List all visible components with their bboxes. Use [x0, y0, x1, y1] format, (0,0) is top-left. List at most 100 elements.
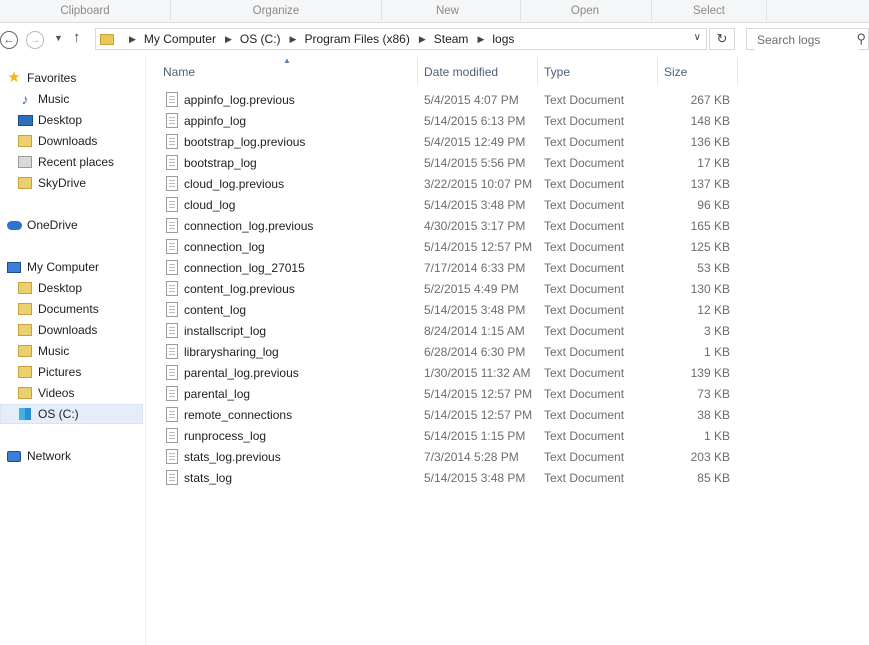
file-type: Text Document	[544, 282, 625, 296]
chevron-down-icon[interactable]: ∨	[694, 32, 701, 43]
sidebar-item-music[interactable]: ♪ Music	[17, 89, 70, 109]
breadcrumb-separator[interactable]: ▶	[120, 34, 144, 45]
file-row[interactable]: appinfo_log 5/14/2015 6:13 PM Text Documen…	[164, 111, 734, 132]
file-row[interactable]: stats_log 5/14/2015 3:48 PM Text Document 8…	[164, 468, 734, 489]
sidebar-item-skydrive[interactable]: SkyDrive	[17, 173, 86, 193]
file-row[interactable]: stats_log.previous 7/3/2014 5:28 PM Text D…	[164, 447, 734, 468]
file-row[interactable]: parental_log 5/14/2015 12:57 PM Text Docum…	[164, 384, 734, 405]
file-date-modified: 5/14/2015 3:48 PM	[424, 198, 526, 212]
file-row[interactable]: content_log.previous 5/2/2015 4:49 PM Text…	[164, 279, 734, 300]
search-icon[interactable]: ⚲	[856, 31, 866, 47]
ribbon-group-labels: Clipboard Organize New Open Select	[0, 0, 869, 23]
file-name: appinfo_log.previous	[184, 93, 295, 107]
breadcrumb-item-os-c[interactable]: OS (C:) ▶	[240, 32, 305, 46]
chevron-right-icon[interactable]: ▶	[477, 34, 484, 45]
back-button[interactable]: ←	[0, 31, 18, 49]
chevron-right-icon[interactable]: ▶	[225, 34, 232, 45]
breadcrumb-item-logs[interactable]: logs	[492, 32, 514, 46]
file-row[interactable]: content_log 5/14/2015 3:48 PM Text Documen…	[164, 300, 734, 321]
column-header-type[interactable]: Type	[538, 57, 658, 85]
sidebar-item-label: Recent places	[38, 155, 115, 169]
sidebar-item-label: Network	[27, 449, 72, 463]
chevron-right-icon[interactable]: ▶	[419, 34, 426, 45]
navigation-pane: ★ Favorites ♪ Music Desktop Downloads Re…	[0, 57, 146, 645]
chevron-right-icon[interactable]: ▶	[290, 34, 297, 45]
file-row[interactable]: cloud_log.previous 3/22/2015 10:07 PM Text…	[164, 174, 734, 195]
file-row[interactable]: appinfo_log.previous 5/4/2015 4:07 PM Text…	[164, 90, 734, 111]
sidebar-item-label: Music	[38, 344, 70, 358]
column-header-date-modified[interactable]: Date modified	[418, 57, 538, 85]
file-name: connection_log_27015	[184, 261, 305, 275]
folder-icon	[18, 387, 32, 399]
sidebar-item-label: Desktop	[38, 113, 83, 127]
sidebar-item-computer-downloads[interactable]: Downloads	[17, 320, 97, 340]
file-row[interactable]: runprocess_log 5/14/2015 1:15 PM Text Docu…	[164, 426, 734, 447]
file-date-modified: 5/14/2015 12:57 PM	[424, 387, 533, 401]
file-date-modified: 4/30/2015 3:17 PM	[424, 219, 526, 233]
file-size: 137 KB	[690, 177, 730, 191]
sidebar-item-recent-places[interactable]: Recent places	[17, 152, 114, 172]
sidebar-item-os-c[interactable]: OS (C:)	[0, 404, 143, 424]
up-button[interactable]: ↑	[73, 29, 81, 46]
file-row[interactable]: connection_log.previous 4/30/2015 3:17 PM…	[164, 216, 734, 237]
sidebar-item-computer-music[interactable]: Music	[17, 341, 69, 361]
sidebar-item-desktop[interactable]: Desktop	[17, 110, 82, 130]
file-size: 267 KB	[690, 93, 730, 107]
sidebar-item-pictures[interactable]: Pictures	[17, 362, 81, 382]
file-row[interactable]: parental_log.previous 1/30/2015 11:32 AM T…	[164, 363, 734, 384]
text-document-icon	[166, 302, 178, 317]
file-row[interactable]: installscript_log 8/24/2014 1:15 AM Text D…	[164, 321, 734, 342]
file-type: Text Document	[544, 198, 625, 212]
file-date-modified: 5/2/2015 4:49 PM	[424, 282, 519, 296]
file-row[interactable]: bootstrap_log.previous 5/4/2015 12:49 PM T…	[164, 132, 734, 153]
sidebar-item-network[interactable]: Network	[6, 446, 71, 466]
folder-icon	[18, 282, 32, 294]
file-row[interactable]: connection_log 5/14/2015 12:57 PM Text Doc…	[164, 237, 734, 258]
file-type: Text Document	[544, 219, 625, 233]
file-name: connection_log	[184, 240, 265, 254]
column-header-size[interactable]: Size	[658, 57, 738, 85]
column-header-name[interactable]: Name	[157, 57, 418, 85]
refresh-button[interactable]: ↻	[709, 28, 735, 50]
file-name: content_log.previous	[184, 282, 295, 296]
file-row[interactable]: bootstrap_log 5/14/2015 5:56 PM Text Docum…	[164, 153, 734, 174]
sidebar-item-favorites[interactable]: ★ Favorites	[6, 68, 76, 88]
text-document-icon	[166, 260, 178, 275]
cloud-icon	[6, 220, 22, 230]
forward-button[interactable]: →	[26, 31, 44, 49]
text-document-icon	[166, 113, 178, 128]
sidebar-item-downloads[interactable]: Downloads	[17, 131, 97, 151]
breadcrumb-item-my-computer[interactable]: My Computer ▶	[144, 32, 240, 46]
text-document-icon	[166, 239, 178, 254]
desktop-icon	[17, 114, 33, 126]
file-row[interactable]: remote_connections 5/14/2015 12:57 PM Text…	[164, 405, 734, 426]
file-date-modified: 7/17/2014 6:33 PM	[424, 261, 526, 275]
address-bar[interactable]: ▶ My Computer ▶ OS (C:) ▶ Program Files (x…	[95, 28, 707, 50]
breadcrumb-item-steam[interactable]: Steam ▶	[434, 32, 493, 46]
sidebar-item-videos[interactable]: Videos	[17, 383, 74, 403]
music-icon: ♪	[21, 91, 29, 107]
sidebar-item-label: Desktop	[38, 281, 83, 295]
text-document-icon	[166, 470, 178, 485]
breadcrumb-item-program-files[interactable]: Program Files (x86) ▶	[304, 32, 433, 46]
navigation-bar: ← → ▼ ↑ ▶ My Computer ▶ OS (C:) ▶ Program …	[0, 23, 869, 57]
file-size: 12 KB	[697, 303, 730, 317]
file-type: Text Document	[544, 429, 625, 443]
recent-locations-dropdown[interactable]: ▼	[54, 33, 63, 43]
file-name: bootstrap_log.previous	[184, 135, 306, 149]
sidebar-item-onedrive[interactable]: OneDrive	[6, 215, 78, 235]
file-name: bootstrap_log	[184, 156, 257, 170]
file-row[interactable]: librarysharing_log 6/28/2014 6:30 PM Text …	[164, 342, 734, 363]
downloads-folder-icon	[18, 135, 32, 147]
file-row[interactable]: connection_log_27015 7/17/2014 6:33 PM Tex…	[164, 258, 734, 279]
file-date-modified: 5/14/2015 3:48 PM	[424, 471, 526, 485]
sidebar-item-computer-desktop[interactable]: Desktop	[17, 278, 82, 298]
text-document-icon	[166, 386, 178, 401]
sidebar-item-documents[interactable]: Documents	[17, 299, 99, 319]
search-box: ⚲	[746, 28, 869, 50]
file-date-modified: 5/14/2015 12:57 PM	[424, 240, 533, 254]
file-type: Text Document	[544, 135, 625, 149]
sidebar-item-my-computer[interactable]: My Computer	[6, 257, 99, 277]
search-input[interactable]	[755, 30, 859, 50]
file-row[interactable]: cloud_log 5/14/2015 3:48 PM Text Document 9…	[164, 195, 734, 216]
